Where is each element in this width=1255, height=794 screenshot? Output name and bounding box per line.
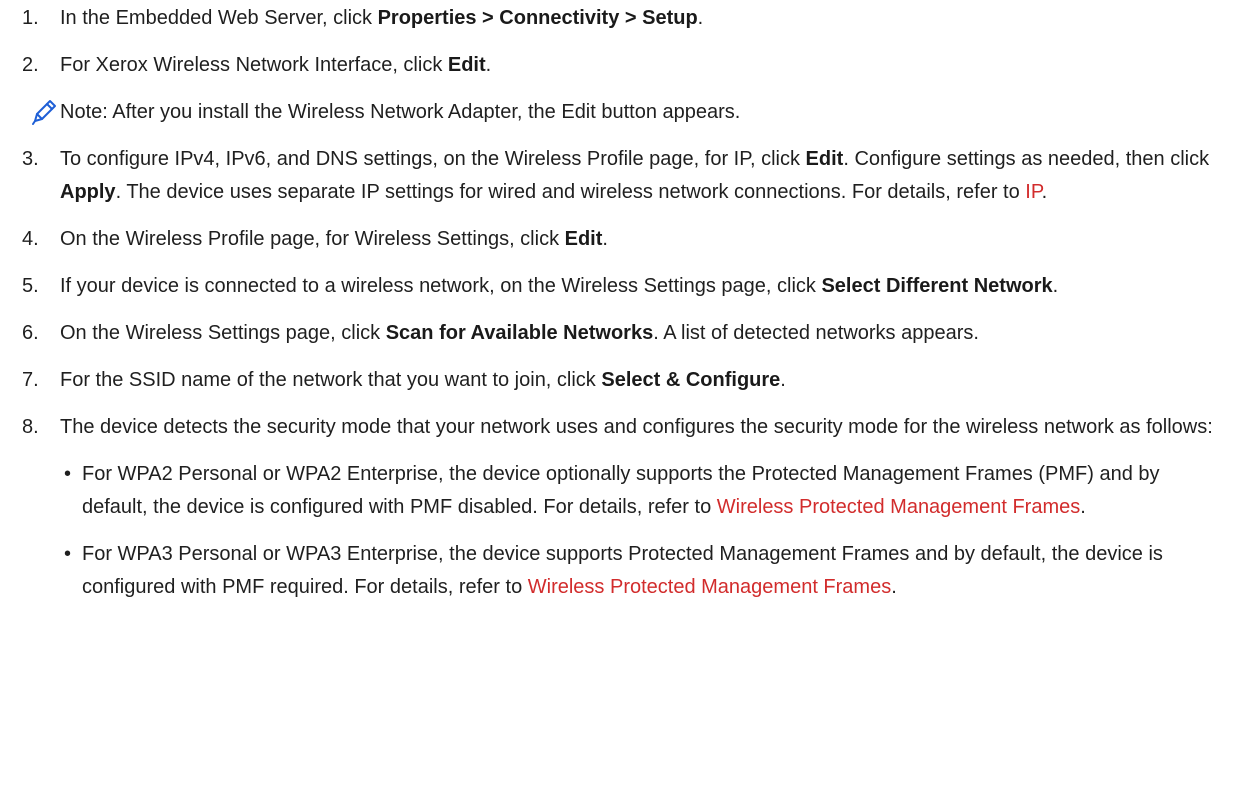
step-button-name: Edit <box>805 148 844 170</box>
step-text: To configure IPv4, IPv6, and DNS setting… <box>60 148 806 170</box>
step-3: 3. To configure IPv4, IPv6, and DNS sett… <box>0 143 1255 209</box>
step-7: 7. For the SSID name of the network that… <box>0 364 1255 397</box>
list-item: • For WPA3 Personal or WPA3 Enterprise, … <box>60 538 1235 604</box>
bullet-marker: • <box>64 463 72 485</box>
step-button-name: Select & Configure <box>601 369 781 391</box>
note-text: Note: After you install the Wireless Net… <box>60 101 741 123</box>
step-text: The device detects the security mode tha… <box>60 416 1213 438</box>
step-6: 6. On the Wireless Settings page, click … <box>0 317 1255 350</box>
list-item: • For WPA2 Personal or WPA2 Enterprise, … <box>60 458 1235 524</box>
step-number: 8. <box>22 416 39 438</box>
step-5: 5. If your device is connected to a wire… <box>0 270 1255 303</box>
step-text: . <box>1052 275 1059 297</box>
step-button-name: Select Different Network <box>821 275 1053 297</box>
procedure-document: 1. In the Embedded Web Server, click Pro… <box>0 0 1255 604</box>
step-button-name: Edit <box>564 228 603 250</box>
bullet-marker: • <box>64 543 72 565</box>
step-1: 1. In the Embedded Web Server, click Pro… <box>0 2 1255 35</box>
step-text: . A list of detected networks appears. <box>653 322 979 344</box>
step-number: 7. <box>22 369 39 391</box>
ip-link[interactable]: IP <box>1025 181 1041 203</box>
step-number: 4. <box>22 228 39 250</box>
step-text: On the Wireless Settings page, click <box>60 322 386 344</box>
step-number: 2. <box>22 54 39 76</box>
step-text: In the Embedded Web Server, click <box>60 7 378 29</box>
pencil-icon <box>32 100 56 125</box>
step-text: . Configure settings as needed, then cli… <box>843 148 1210 170</box>
note: Note: After you install the Wireless Net… <box>0 96 1255 129</box>
step-text: For the SSID name of the network that yo… <box>60 369 602 391</box>
step-text: . <box>1041 181 1048 203</box>
bullet-text: . <box>891 576 897 598</box>
step-number: 3. <box>22 148 39 170</box>
step-text: . <box>485 54 492 76</box>
step-text: . <box>602 228 608 250</box>
step-text: . <box>697 7 704 29</box>
step-text: . <box>780 369 786 391</box>
step-number: 5. <box>22 275 39 297</box>
step-text: On the Wireless Profile page, for Wirele… <box>60 228 565 250</box>
wireless-pmf-link[interactable]: Wireless Protected Management Frames <box>717 496 1080 518</box>
step-text: . The device uses separate IP settings f… <box>115 181 1026 203</box>
step-4: 4. On the Wireless Profile page, for Wir… <box>0 223 1255 256</box>
step-menu-path: Properties > Connectivity > Setup <box>377 7 698 29</box>
step-button-name: Scan for Available Networks <box>385 322 654 344</box>
step-8: 8. The device detects the security mode … <box>0 411 1255 604</box>
bullet-text: . <box>1080 496 1086 518</box>
step-number: 1. <box>22 7 39 29</box>
step-number: 6. <box>22 322 39 344</box>
step-text: If your device is connected to a wireles… <box>60 275 822 297</box>
security-mode-list: • For WPA2 Personal or WPA2 Enterprise, … <box>60 458 1235 604</box>
step-button-name: Edit <box>447 54 486 76</box>
step-2: 2. For Xerox Wireless Network Interface,… <box>0 49 1255 82</box>
wireless-pmf-link[interactable]: Wireless Protected Management Frames <box>528 576 891 598</box>
step-text: For Xerox Wireless Network Interface, cl… <box>60 54 448 76</box>
step-button-name: Apply <box>60 181 116 203</box>
